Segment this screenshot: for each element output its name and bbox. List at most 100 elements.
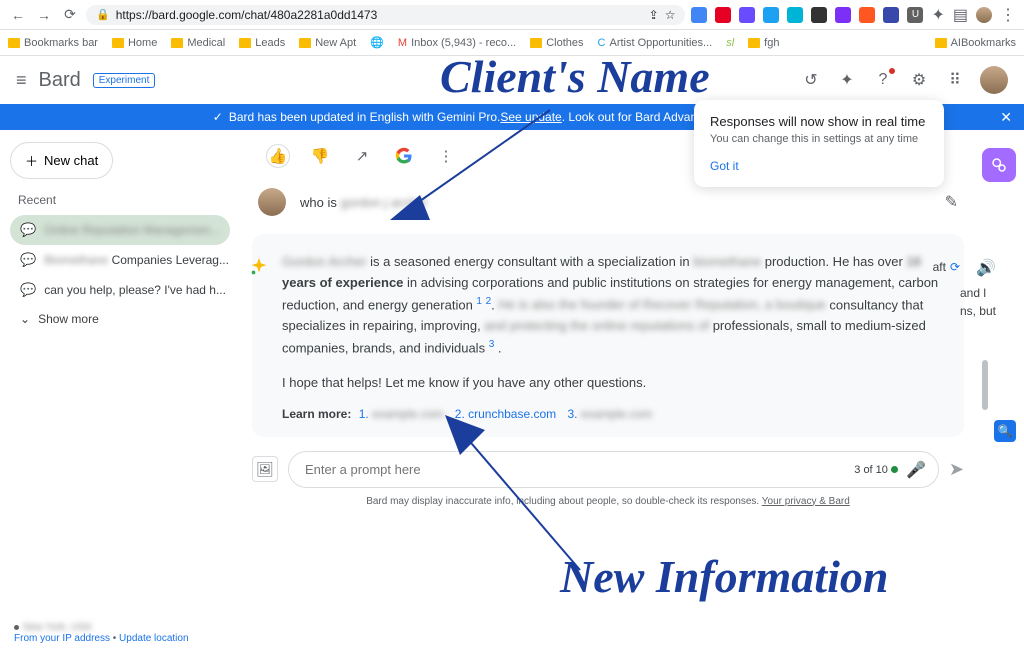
ext-icon[interactable] xyxy=(859,7,875,23)
prompt-input[interactable] xyxy=(305,462,848,477)
source-link[interactable]: 3. example.com xyxy=(568,407,653,421)
recent-label: Recent xyxy=(18,193,230,207)
extension-icons: U ✦ ▤ ⋮ xyxy=(691,5,1016,25)
learn-more-row: Learn more: 1. example.com 2. crunchbase… xyxy=(282,405,944,424)
update-location-link[interactable]: Update location xyxy=(119,633,189,644)
banner-close-icon[interactable]: ✕ xyxy=(1000,109,1012,126)
earth-icon: 🌐 xyxy=(370,36,384,49)
privacy-link[interactable]: Your privacy & Bard xyxy=(762,496,850,507)
profile-avatar[interactable] xyxy=(976,7,992,23)
show-more-button[interactable]: ⌄ Show more xyxy=(10,305,230,333)
chat-icon: 💬 xyxy=(20,252,36,268)
folder-icon xyxy=(530,38,542,48)
folder-icon xyxy=(935,38,947,48)
bookmark-item[interactable]: CArtist Opportunities... xyxy=(598,37,713,49)
bookmark-item[interactable]: fgh xyxy=(748,37,779,49)
popup-gotit-button[interactable]: Got it xyxy=(710,159,928,173)
share-icon[interactable]: ⇪ xyxy=(649,8,659,22)
folder-icon xyxy=(8,38,20,48)
share-icon[interactable]: ↗ xyxy=(350,144,374,168)
ext-icon[interactable] xyxy=(739,7,755,23)
check-icon: ✓ xyxy=(213,110,223,124)
ip-address-link[interactable]: From your IP address xyxy=(14,633,110,644)
popup-body: You can change this in settings at any t… xyxy=(710,133,928,145)
nav-back-button[interactable]: ← xyxy=(8,5,28,25)
popup-title: Responses will now show in real time xyxy=(710,114,928,129)
sidebar: ＋ New chat Recent 💬 Online Reputation Ma… xyxy=(0,130,240,652)
google-icon[interactable] xyxy=(392,144,416,168)
prompt-row: 🖼 3 of 10 🎤 ➤ xyxy=(252,451,964,488)
draft-label[interactable]: aft ⟳ xyxy=(933,260,960,274)
bookmark-item[interactable]: sl xyxy=(726,37,734,49)
folder-icon xyxy=(748,38,760,48)
thumbs-down-icon[interactable]: 👎 xyxy=(308,144,332,168)
volume-icon[interactable]: 🔊 xyxy=(976,258,996,278)
scrollbar-thumb[interactable] xyxy=(982,360,988,410)
bookmark-item[interactable]: 🌐 xyxy=(370,36,384,49)
add-image-button[interactable]: 🖼 xyxy=(252,456,278,482)
right-rail-search[interactable]: 🔍 xyxy=(994,420,1016,442)
send-button[interactable]: ➤ xyxy=(949,459,964,480)
address-bar[interactable]: 🔒 https://bard.google.com/chat/480a2281a… xyxy=(86,5,685,25)
user-avatar-small xyxy=(258,188,286,216)
star-icon[interactable]: ☆ xyxy=(665,8,676,22)
brand-name: Bard xyxy=(39,69,81,92)
hamburger-menu-icon[interactable]: ≡ xyxy=(16,70,27,91)
help-icon[interactable]: ? xyxy=(872,69,894,91)
ext-icon[interactable] xyxy=(883,7,899,23)
more-menu-icon[interactable]: ⋮ xyxy=(434,144,458,168)
bookmarks-bar: Bookmarks bar Home Medical Leads New Apt… xyxy=(0,30,1024,56)
right-rail-widget[interactable] xyxy=(982,148,1016,182)
source-link[interactable]: 2. crunchbase.com xyxy=(455,407,556,421)
ext-icon[interactable] xyxy=(811,7,827,23)
nav-reload-button[interactable]: ⟳ xyxy=(60,5,80,25)
user-avatar[interactable] xyxy=(980,66,1008,94)
disclaimer-text: Bard may display inaccurate info, includ… xyxy=(252,496,964,507)
see-update-link[interactable]: See update xyxy=(500,110,561,124)
experiment-badge: Experiment xyxy=(93,73,156,88)
overflow-text: and lns, but xyxy=(960,284,996,320)
bookmark-item[interactable]: Clothes xyxy=(530,37,583,49)
source-link[interactable]: 1. example.com xyxy=(359,407,444,421)
mic-icon[interactable]: 🎤 xyxy=(906,460,926,480)
history-icon[interactable]: ↺ xyxy=(800,69,822,91)
refresh-icon[interactable]: ⟳ xyxy=(950,260,960,274)
bookmark-item[interactable]: Bookmarks bar xyxy=(8,37,98,49)
ext-icon[interactable] xyxy=(763,7,779,23)
bookmark-inbox[interactable]: MInbox (5,943) - reco... xyxy=(398,37,516,49)
response-card: Gordon Archer is a seasoned energy consu… xyxy=(252,234,964,437)
chat-item[interactable]: 💬 Online Reputation Managemen... xyxy=(10,215,230,245)
ext-icon[interactable] xyxy=(787,7,803,23)
user-query-text: who is gordon j archer xyxy=(300,195,428,210)
url-text: https://bard.google.com/chat/480a2281a0d… xyxy=(116,8,378,22)
chat-item-label: can you help, please? I've had h... xyxy=(44,283,226,297)
nav-forward-button[interactable]: → xyxy=(34,5,54,25)
ext-icon[interactable] xyxy=(691,7,707,23)
chat-item[interactable]: 💬 Biomethane Companies Leverag... xyxy=(10,245,230,275)
bookmark-item[interactable]: New Apt xyxy=(299,37,356,49)
pinterest-icon[interactable] xyxy=(715,7,731,23)
bookmark-item[interactable]: Home xyxy=(112,37,157,49)
thumbs-up-icon[interactable]: 👍 xyxy=(266,144,290,168)
ext-icon[interactable] xyxy=(835,7,851,23)
apps-grid-icon[interactable]: ⠿ xyxy=(944,69,966,91)
extensions-icon[interactable]: ✦ xyxy=(836,69,858,91)
ext-icon[interactable]: U xyxy=(907,7,923,23)
sidebar-footer: New York, USA From your IP address • Upd… xyxy=(14,622,189,644)
sl-icon: sl xyxy=(726,37,734,49)
response-text: Gordon Archer is a seasoned energy consu… xyxy=(282,252,944,425)
bookmark-item[interactable]: Leads xyxy=(239,37,285,49)
new-chat-button[interactable]: ＋ New chat xyxy=(10,142,113,179)
edit-query-icon[interactable]: ✎ xyxy=(945,192,958,212)
bard-spark-icon xyxy=(248,256,270,278)
reading-list-icon[interactable]: ▤ xyxy=(953,5,968,25)
chrome-menu-icon[interactable]: ⋮ xyxy=(1000,5,1016,25)
settings-gear-icon[interactable]: ⚙ xyxy=(908,69,930,91)
extensions-menu-icon[interactable]: ✦ xyxy=(931,5,944,25)
plus-icon: ＋ xyxy=(25,151,38,170)
bookmark-item[interactable]: AIBookmarks xyxy=(935,37,1016,49)
folder-icon xyxy=(239,38,251,48)
chat-content: 👍 👎 ↗ ⋮ who is gordon j archer ✎ Gordon … xyxy=(240,130,1024,652)
chat-item[interactable]: 💬 can you help, please? I've had h... xyxy=(10,275,230,305)
bookmark-item[interactable]: Medical xyxy=(171,37,225,49)
